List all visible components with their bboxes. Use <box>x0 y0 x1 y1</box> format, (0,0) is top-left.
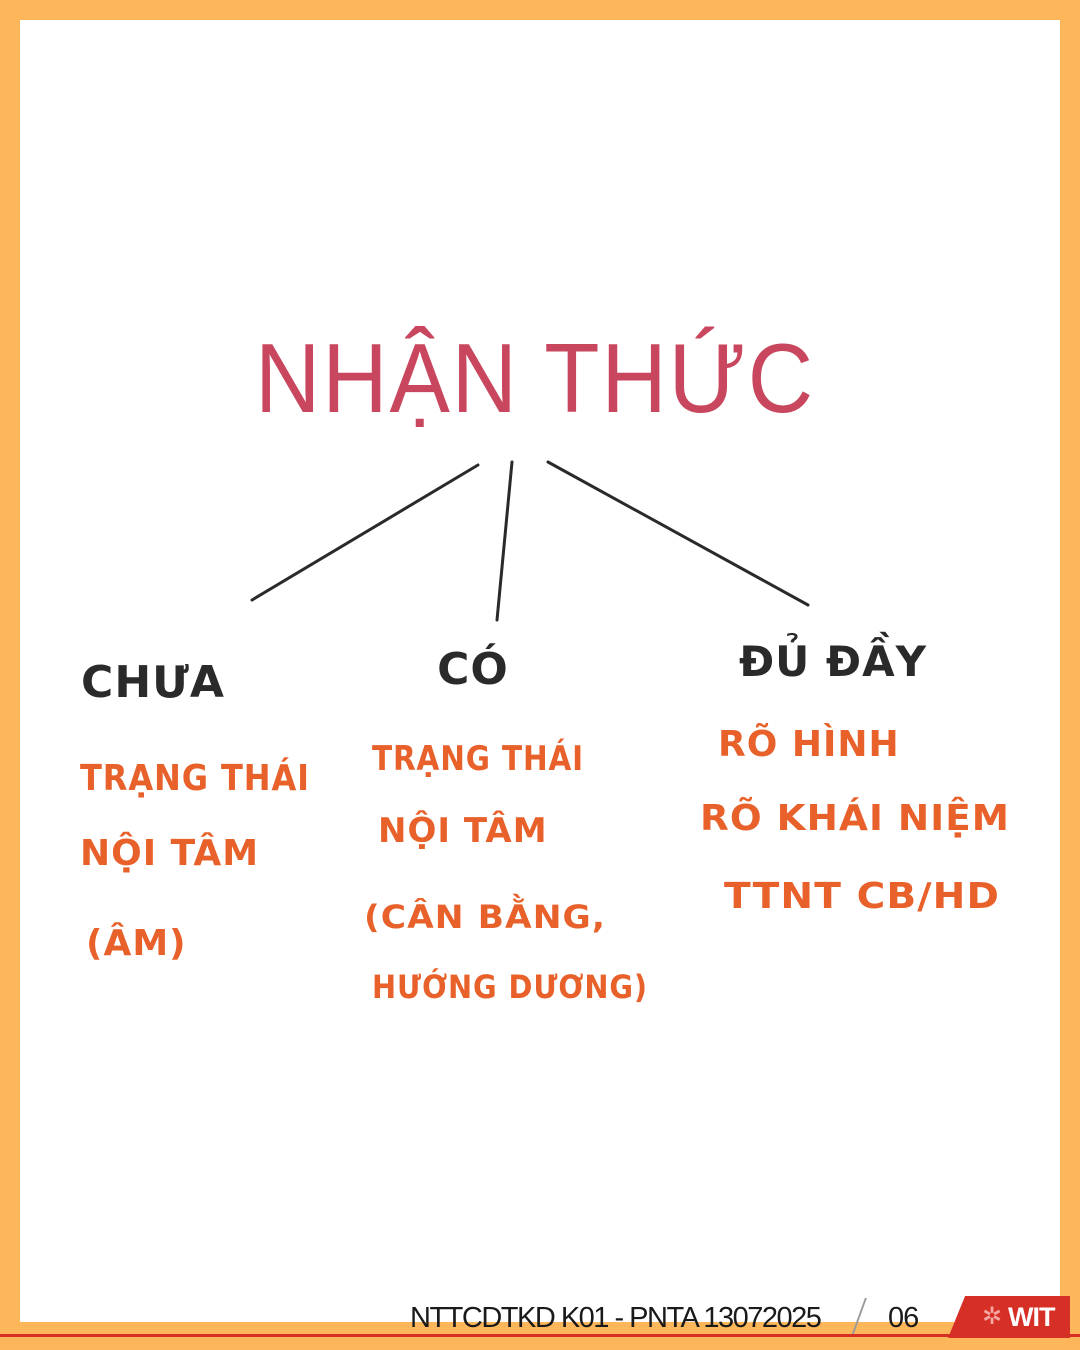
root-node: NHẬN THỨC <box>255 323 815 433</box>
detail-du-day-line-2: RÕ KHÁI NIỆM <box>700 796 1010 839</box>
detail-co-line-4: HƯỚNG DƯƠNG) <box>372 967 648 1006</box>
detail-chua-line-1: TRẠNG THÁI <box>80 757 310 799</box>
detail-co-line-3: (CÂN BẰNG, <box>364 894 606 936</box>
sun-icon: ✲ <box>981 1302 1003 1330</box>
detail-chua-line-2: NỘI TÂM <box>80 831 259 874</box>
logo-text: WIT <box>1008 1302 1055 1332</box>
footer-separator <box>851 1298 867 1336</box>
page-number: 06 <box>888 1302 919 1334</box>
branch-label-chua: CHƯA <box>81 657 225 708</box>
branch-label-du-day: ĐỦ ĐẦY <box>739 631 927 686</box>
footer-bar: NTTCDTKD K01 - PNTA 13072025 06 ✲ WIT <box>0 1290 1080 1350</box>
detail-co-line-2: NỘI TÂM <box>378 810 548 851</box>
mind-map: NHẬN THỨC CHƯA CÓ ĐỦ ĐẦY TRẠNG THÁI NỘI … <box>80 323 1010 1006</box>
footer-label: NTTCDTKD K01 - PNTA 13072025 <box>410 1302 822 1334</box>
connector-middle <box>495 460 514 622</box>
footer-divider <box>0 1334 1080 1337</box>
connector-left <box>250 463 480 602</box>
brand-logo: ✲ WIT <box>948 1296 1070 1338</box>
detail-du-day-line-3: TTNT CB/HD <box>724 876 1000 917</box>
connector-right <box>546 460 810 607</box>
detail-du-day-line-1: RÕ HÌNH <box>718 723 900 765</box>
detail-chua-line-3: (ÂM) <box>86 922 187 964</box>
detail-co-line-1: TRẠNG THÁI <box>372 738 584 779</box>
branch-label-co: CÓ <box>437 642 509 695</box>
